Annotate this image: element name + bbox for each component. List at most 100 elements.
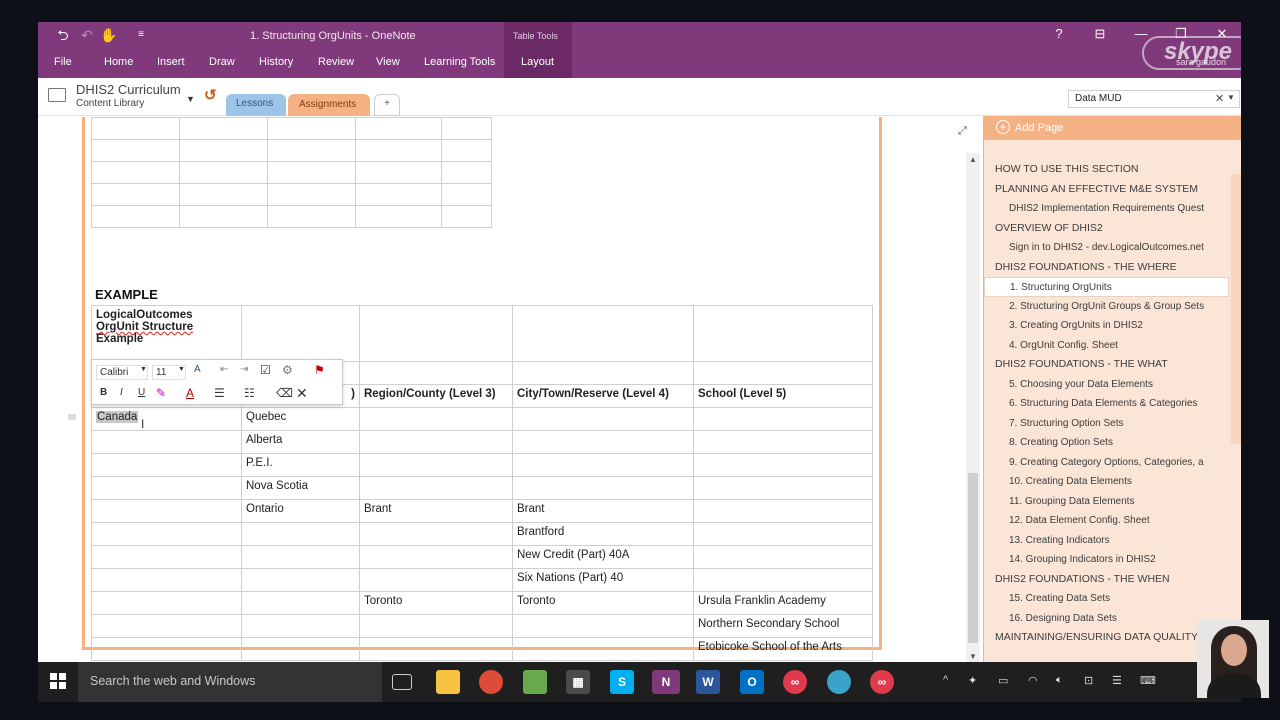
file-explorer-icon[interactable] xyxy=(436,670,460,694)
help-icon[interactable]: ? xyxy=(1050,26,1068,41)
table-cell[interactable] xyxy=(241,522,360,546)
page-item[interactable]: 11. Grouping Data Elements xyxy=(984,492,1229,512)
task-view-icon[interactable] xyxy=(392,674,412,690)
table-cell[interactable] xyxy=(91,453,242,477)
table-cell[interactable]: P.E.I. xyxy=(241,453,360,477)
page-item[interactable]: 8. Creating Option Sets xyxy=(984,433,1229,453)
table-cell[interactable]: Nova Scotia xyxy=(241,476,360,500)
add-section-button[interactable]: + xyxy=(374,94,400,116)
page-item[interactable]: MAINTAINING/ENSURING DATA QUALITY xyxy=(984,628,1229,648)
row-drag-handle[interactable] xyxy=(68,414,76,420)
table-cell[interactable]: Northern Secondary School xyxy=(693,614,873,638)
table-cell[interactable]: Ursula Franklin Academy xyxy=(693,591,873,615)
table-cell[interactable] xyxy=(91,476,242,500)
table-cell[interactable] xyxy=(693,522,873,546)
page-item[interactable]: 6. Structuring Data Elements & Categorie… xyxy=(984,394,1229,414)
onenote-icon[interactable]: N xyxy=(652,670,680,694)
navigate-back-icon[interactable]: ↺ xyxy=(204,86,217,104)
table-cell[interactable]: Brant xyxy=(359,499,513,523)
table-cell[interactable] xyxy=(91,591,242,615)
table-cell[interactable] xyxy=(359,545,513,569)
table-cell[interactable]: Brantford xyxy=(512,522,694,546)
table-cell[interactable]: Six Nations (Part) 40 xyxy=(512,568,694,592)
ribbon-display-icon[interactable]: ⊟ xyxy=(1091,26,1109,42)
page-item[interactable]: OVERVIEW OF DHIS2 xyxy=(984,219,1229,239)
tab-layout[interactable]: Layout xyxy=(521,56,554,68)
table-cell[interactable] xyxy=(91,637,242,661)
pages-scrollbar[interactable] xyxy=(1231,174,1241,444)
page-item[interactable]: 14. Grouping Indicators in DHIS2 xyxy=(984,550,1229,570)
page-item[interactable]: 15. Creating Data Sets xyxy=(984,589,1229,609)
font-dropdown-icon[interactable]: ▼ xyxy=(140,366,147,373)
table-cell[interactable] xyxy=(359,637,513,661)
battery-icon[interactable]: ▭ xyxy=(998,674,1008,687)
table-cell[interactable]: Ontario xyxy=(241,499,360,523)
table-cell[interactable] xyxy=(512,453,694,477)
text-styles-icon[interactable]: A xyxy=(194,364,201,375)
tab-history[interactable]: History xyxy=(259,56,293,68)
table-cell[interactable] xyxy=(241,637,360,661)
app-icon[interactable] xyxy=(523,670,547,694)
increase-indent-icon[interactable]: ⇥ xyxy=(240,364,248,375)
customize-qat-icon[interactable]: ≡ xyxy=(132,26,150,44)
previous-table[interactable] xyxy=(91,117,492,228)
table-cell[interactable] xyxy=(359,614,513,638)
page-item[interactable]: 4. OrgUnit Config. Sheet xyxy=(984,336,1229,356)
section-tab-assignments[interactable]: Assignments xyxy=(288,94,370,116)
page-item[interactable]: 16. Designing Data Sets xyxy=(984,609,1229,629)
header-cell[interactable]: Region/County (Level 3) xyxy=(359,384,513,408)
taskbar-search-input[interactable]: Search the web and Windows xyxy=(78,662,382,702)
tray-up-icon[interactable]: ^ xyxy=(943,674,948,686)
notebook-name[interactable]: DHIS2 Curriculum xyxy=(76,82,181,97)
wifi-icon[interactable]: ◠ xyxy=(1028,674,1038,687)
table-cell[interactable]: Alberta xyxy=(241,430,360,454)
table-cell[interactable] xyxy=(359,568,513,592)
table-cell[interactable]: Canada xyxy=(91,407,242,431)
table-cell[interactable] xyxy=(359,476,513,500)
table-cell[interactable] xyxy=(359,430,513,454)
clear-search-icon[interactable]: ✕ xyxy=(1215,92,1224,105)
add-page-button[interactable]: + Add Page xyxy=(984,116,1241,140)
scroll-down-icon[interactable]: ▼ xyxy=(969,652,977,661)
table-cell[interactable] xyxy=(91,545,242,569)
volume-icon[interactable]: 🔈︎ xyxy=(1056,674,1063,687)
bold-icon[interactable]: B xyxy=(100,387,107,398)
decrease-indent-icon[interactable]: ⇤ xyxy=(220,364,228,375)
word-icon[interactable]: W xyxy=(696,670,720,694)
underline-icon[interactable]: U xyxy=(138,387,145,398)
page-item[interactable]: 5. Choosing your Data Elements xyxy=(984,375,1229,395)
flag-icon[interactable]: ⚑ xyxy=(314,363,325,377)
clear-formatting-icon[interactable]: ⌫ xyxy=(276,386,293,400)
delete-icon[interactable]: ✕ xyxy=(296,385,308,402)
page-item[interactable]: DHIS2 Implementation Requirements Quest xyxy=(984,199,1229,219)
tray-icon[interactable]: ✦ xyxy=(968,674,977,687)
table-cell[interactable] xyxy=(693,499,873,523)
numbering-icon[interactable]: ☷ xyxy=(244,386,255,400)
back-icon[interactable]: ⮌ xyxy=(54,26,72,44)
skype-icon[interactable]: S xyxy=(610,670,634,694)
table-cell[interactable] xyxy=(91,614,242,638)
header-cell[interactable]: City/Town/Reserve (Level 4) xyxy=(512,384,694,408)
table-cell[interactable]: Quebec xyxy=(241,407,360,431)
tab-insert[interactable]: Insert xyxy=(157,56,185,68)
size-dropdown-icon[interactable]: ▼ xyxy=(178,366,185,373)
globe-icon[interactable] xyxy=(827,670,851,694)
page-item[interactable]: 7. Structuring Option Sets xyxy=(984,414,1229,434)
notebook-dropdown-icon[interactable]: ▼ xyxy=(186,94,195,104)
table-cell[interactable] xyxy=(693,430,873,454)
undo-icon[interactable]: ↶ xyxy=(78,26,96,44)
page-item[interactable]: DHIS2 FOUNDATIONS - THE WHAT xyxy=(984,355,1229,375)
tab-draw[interactable]: Draw xyxy=(209,56,235,68)
app-icon[interactable]: ∞ xyxy=(783,670,807,694)
table-cell[interactable] xyxy=(693,453,873,477)
chrome-icon[interactable] xyxy=(479,670,503,694)
vertical-scrollbar[interactable]: ▲ ▼ xyxy=(966,153,980,662)
table-cell[interactable] xyxy=(241,568,360,592)
table-cell[interactable] xyxy=(241,591,360,615)
app-icon[interactable]: ∞ xyxy=(870,670,894,694)
table-cell[interactable]: Toronto xyxy=(512,591,694,615)
table-cell[interactable] xyxy=(91,499,242,523)
tab-learning-tools[interactable]: Learning Tools xyxy=(424,56,495,68)
page-item[interactable]: 9. Creating Category Options, Categories… xyxy=(984,453,1229,473)
selected-text[interactable]: Canada xyxy=(96,411,139,423)
